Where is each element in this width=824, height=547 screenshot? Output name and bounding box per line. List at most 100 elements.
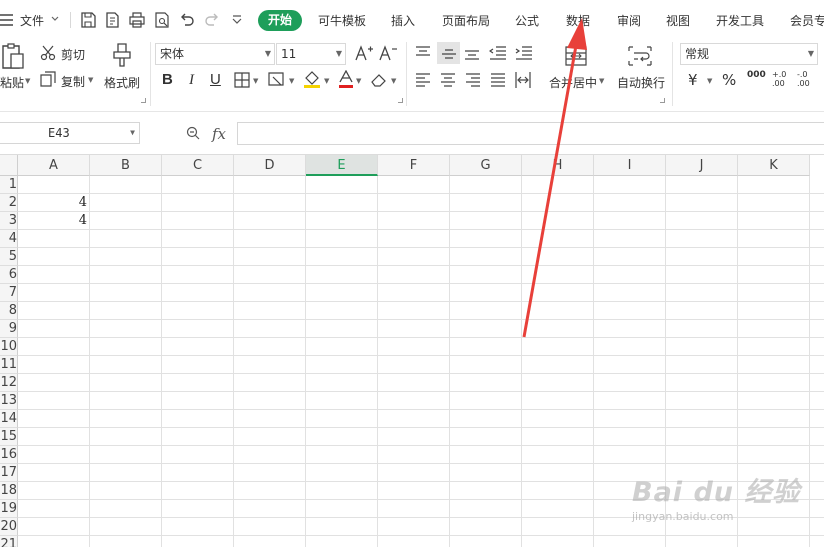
row-header[interactable]: 13 bbox=[0, 392, 18, 410]
borders-icon[interactable] bbox=[234, 72, 250, 88]
row-header[interactable]: 14 bbox=[0, 410, 18, 428]
export-pdf-icon[interactable] bbox=[104, 12, 120, 28]
clipboard-dialog-launcher[interactable] bbox=[141, 98, 146, 103]
cut-button[interactable]: 剪切 bbox=[61, 46, 85, 63]
cell-style-icon[interactable] bbox=[268, 72, 286, 88]
column-header[interactable]: D bbox=[234, 155, 306, 176]
row-header[interactable]: 4 bbox=[0, 230, 18, 248]
bold-button[interactable]: B bbox=[162, 72, 173, 88]
tab-page-layout[interactable]: 页面布局 bbox=[442, 12, 490, 29]
save-icon[interactable] bbox=[80, 12, 96, 28]
fill-color-icon[interactable] bbox=[303, 70, 321, 88]
row-header[interactable]: 8 bbox=[0, 302, 18, 320]
alignment-dialog-launcher[interactable] bbox=[660, 98, 665, 103]
paste-button[interactable]: 粘贴 bbox=[0, 74, 24, 91]
row-header[interactable]: 19 bbox=[0, 500, 18, 518]
row-header[interactable]: 5 bbox=[0, 248, 18, 266]
tab-home[interactable]: 开始 bbox=[258, 10, 302, 31]
font-dialog-launcher[interactable] bbox=[398, 98, 403, 103]
decrease-font-size-icon[interactable] bbox=[379, 45, 397, 61]
paste-icon[interactable] bbox=[0, 42, 26, 70]
format-painter-button[interactable]: 格式刷 bbox=[104, 74, 140, 91]
row-header[interactable]: 11 bbox=[0, 356, 18, 374]
chevron-down-icon[interactable]: ▼ bbox=[391, 77, 396, 85]
tab-review[interactable]: 审阅 bbox=[617, 12, 641, 29]
thousands-separator-button[interactable]: 000 bbox=[747, 70, 766, 80]
row-header[interactable]: 18 bbox=[0, 482, 18, 500]
row-header[interactable]: 15 bbox=[0, 428, 18, 446]
underline-button[interactable]: U bbox=[210, 72, 221, 88]
chevron-down-icon[interactable]: ▼ bbox=[88, 76, 93, 84]
row-header[interactable]: 17 bbox=[0, 464, 18, 482]
row-header[interactable]: 9 bbox=[0, 320, 18, 338]
align-center-icon[interactable] bbox=[440, 73, 456, 87]
row-header[interactable]: 1 bbox=[0, 176, 18, 194]
insert-function-button[interactable]: fx bbox=[212, 125, 226, 143]
undo-icon[interactable] bbox=[179, 12, 195, 28]
row-header[interactable]: 7 bbox=[0, 284, 18, 302]
chevron-down-icon[interactable]: ▼ bbox=[253, 77, 258, 85]
font-name-select[interactable]: 宋体 ▼ bbox=[155, 43, 275, 65]
cell-a2[interactable]: 4 bbox=[18, 194, 87, 212]
redo-icon[interactable] bbox=[204, 12, 220, 28]
align-bottom-icon[interactable] bbox=[464, 46, 480, 60]
print-preview-icon[interactable] bbox=[154, 12, 170, 28]
column-header[interactable]: E bbox=[306, 155, 378, 176]
row-header[interactable]: 12 bbox=[0, 374, 18, 392]
chevron-down-icon[interactable]: ▼ bbox=[356, 77, 361, 85]
row-header[interactable]: 10 bbox=[0, 338, 18, 356]
increase-indent-icon[interactable] bbox=[515, 46, 533, 60]
currency-button[interactable]: ¥ bbox=[688, 72, 698, 88]
chevron-down-icon[interactable]: ▼ bbox=[289, 77, 294, 85]
tab-templates[interactable]: 可牛模板 bbox=[318, 12, 366, 29]
row-header[interactable]: 20 bbox=[0, 518, 18, 536]
font-size-select[interactable]: 11 ▼ bbox=[276, 43, 346, 65]
formula-input[interactable] bbox=[237, 122, 824, 145]
tab-membership[interactable]: 会员专 bbox=[790, 12, 824, 29]
row-header[interactable]: 21 bbox=[0, 536, 18, 547]
italic-button[interactable]: I bbox=[189, 72, 194, 88]
merge-center-button[interactable]: 合并居中 bbox=[549, 74, 597, 91]
column-header[interactable]: K bbox=[738, 155, 810, 176]
eraser-icon[interactable] bbox=[370, 72, 388, 88]
hamburger-menu-icon[interactable] bbox=[0, 12, 16, 28]
name-box[interactable]: E43 ▼ bbox=[0, 122, 140, 144]
copy-button[interactable]: 复制 bbox=[61, 73, 85, 90]
chevron-down-icon[interactable]: ▼ bbox=[707, 77, 712, 85]
chevron-down-icon[interactable] bbox=[50, 14, 60, 24]
chevron-down-icon[interactable]: ▼ bbox=[599, 77, 604, 85]
justify-icon[interactable] bbox=[490, 73, 506, 87]
column-header[interactable]: C bbox=[162, 155, 234, 176]
increase-decimal-button[interactable]: +.0 .00 bbox=[772, 70, 792, 88]
cell-a3[interactable]: 4 bbox=[18, 212, 87, 230]
increase-font-size-icon[interactable] bbox=[355, 45, 373, 61]
print-icon[interactable] bbox=[129, 12, 145, 28]
tab-data[interactable]: 数据 bbox=[566, 12, 590, 29]
number-format-select[interactable]: 常规 ▼ bbox=[680, 43, 818, 65]
file-menu[interactable]: 文件 bbox=[20, 12, 44, 29]
row-header[interactable]: 2 bbox=[0, 194, 18, 212]
quick-access-dropdown-icon[interactable] bbox=[231, 14, 243, 26]
tab-insert[interactable]: 插入 bbox=[391, 12, 415, 29]
column-header[interactable]: F bbox=[378, 155, 450, 176]
align-middle-button[interactable] bbox=[437, 42, 460, 64]
zoom-icon[interactable] bbox=[186, 126, 200, 140]
align-left-icon[interactable] bbox=[415, 73, 431, 87]
align-top-icon[interactable] bbox=[415, 46, 431, 60]
font-color-icon[interactable] bbox=[338, 70, 354, 88]
column-header[interactable]: I bbox=[594, 155, 666, 176]
wrap-text-button[interactable]: 自动换行 bbox=[617, 74, 665, 91]
tab-formulas[interactable]: 公式 bbox=[515, 12, 539, 29]
chevron-down-icon[interactable]: ▼ bbox=[25, 77, 30, 85]
column-header[interactable]: H bbox=[522, 155, 594, 176]
chevron-down-icon[interactable]: ▼ bbox=[324, 77, 329, 85]
row-header[interactable]: 3 bbox=[0, 212, 18, 230]
tab-developer[interactable]: 开发工具 bbox=[716, 12, 764, 29]
percent-button[interactable]: % bbox=[722, 72, 736, 88]
align-right-icon[interactable] bbox=[465, 73, 481, 87]
column-header[interactable]: B bbox=[90, 155, 162, 176]
column-header[interactable]: A bbox=[18, 155, 90, 176]
distributed-align-icon[interactable] bbox=[515, 71, 531, 89]
decrease-indent-icon[interactable] bbox=[489, 46, 507, 60]
row-header[interactable]: 16 bbox=[0, 446, 18, 464]
